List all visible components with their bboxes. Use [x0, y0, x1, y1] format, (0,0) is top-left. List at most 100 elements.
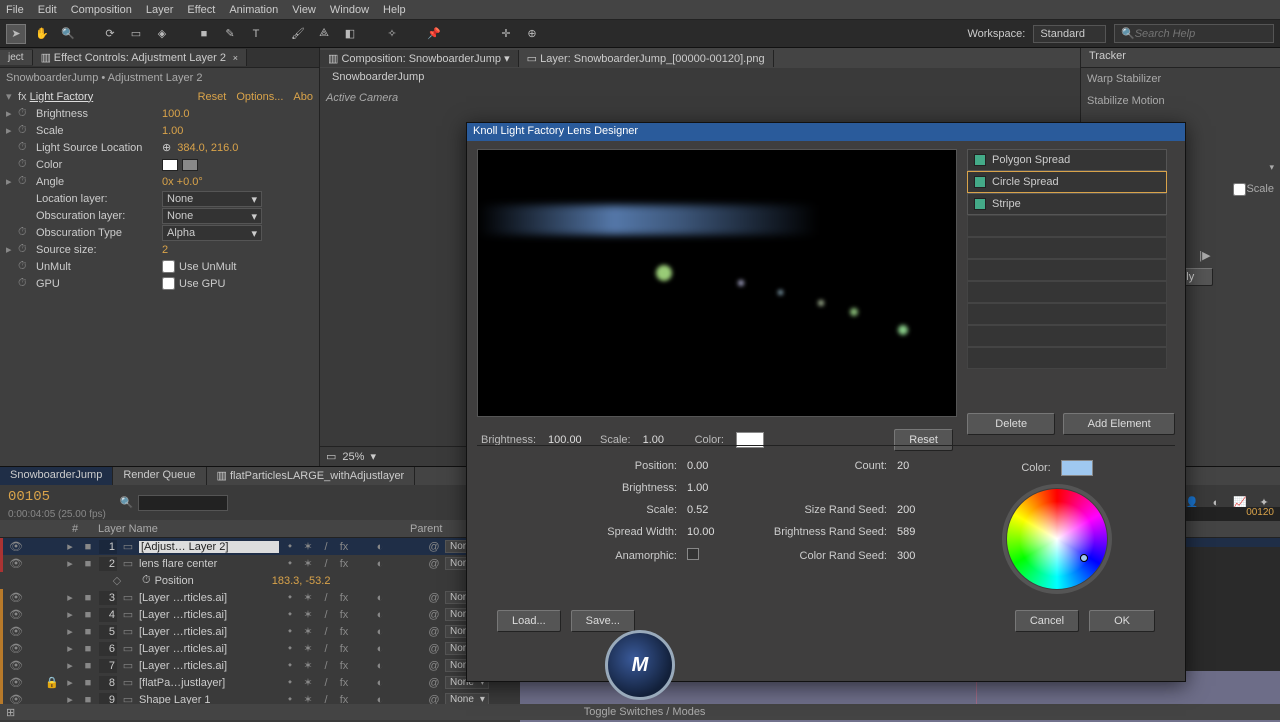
- search-help-field[interactable]: 🔍: [1114, 24, 1274, 43]
- menu-animation[interactable]: Animation: [229, 4, 278, 16]
- label-color[interactable]: ■: [81, 677, 95, 689]
- search-help-input[interactable]: [1135, 28, 1267, 40]
- param-spread-width-value[interactable]: 10.00: [687, 526, 747, 538]
- element-item[interactable]: Circle Spread: [967, 171, 1167, 193]
- timeline-search-input[interactable]: [138, 495, 228, 511]
- scale-checkbox[interactable]: [1233, 183, 1246, 196]
- camera-tool-icon[interactable]: ▭: [126, 24, 146, 44]
- param-position-value[interactable]: 0.00: [687, 460, 747, 472]
- menu-window[interactable]: Window: [330, 4, 369, 16]
- prop-source-size-value[interactable]: 2: [162, 244, 168, 256]
- menu-view[interactable]: View: [292, 4, 316, 16]
- layer-name[interactable]: [Layer …rticles.ai]: [139, 643, 279, 655]
- zoom-tool-icon[interactable]: 🔍: [58, 24, 78, 44]
- workspace-dropdown[interactable]: Standard: [1033, 25, 1106, 43]
- menu-help[interactable]: Help: [383, 4, 406, 16]
- stopwatch-icon[interactable]: ⏱: [18, 226, 32, 239]
- param-count-value[interactable]: 20: [897, 460, 957, 472]
- crosshair-icon[interactable]: ⊕: [162, 141, 171, 154]
- clone-tool-icon[interactable]: ⟁: [314, 24, 334, 44]
- pan-behind-tool-icon[interactable]: ◈: [152, 24, 172, 44]
- color-wheel[interactable]: [1002, 484, 1112, 594]
- collapse-switch[interactable]: ✶: [301, 591, 315, 604]
- current-timecode[interactable]: 00105: [0, 485, 114, 509]
- eye-icon[interactable]: 👁: [9, 642, 23, 655]
- layer-name[interactable]: [flatPa…justlayer]: [139, 677, 279, 689]
- cancel-button[interactable]: Cancel: [1015, 610, 1079, 632]
- shy-switch[interactable]: ⬩: [283, 625, 297, 638]
- eye-icon[interactable]: 👁: [9, 659, 23, 672]
- layer-name[interactable]: [Layer …rticles.ai]: [139, 660, 279, 672]
- collapse-switch[interactable]: ✶: [301, 557, 315, 570]
- param-bright-seed-value[interactable]: 589: [897, 526, 957, 538]
- parent-pickwhip-icon[interactable]: @: [427, 677, 441, 689]
- label-color[interactable]: ■: [81, 592, 95, 604]
- layer-name[interactable]: [Layer …rticles.ai]: [139, 626, 279, 638]
- location-layer-dropdown[interactable]: None: [162, 191, 262, 207]
- layer-name[interactable]: [Layer …rticles.ai]: [139, 609, 279, 621]
- quality-switch[interactable]: /: [319, 626, 333, 638]
- viewer-breadcrumb[interactable]: SnowboarderJump: [326, 70, 430, 84]
- timeline-tab-comp[interactable]: SnowboarderJump: [0, 467, 113, 485]
- quality-switch[interactable]: /: [319, 592, 333, 604]
- quality-switch[interactable]: /: [319, 660, 333, 672]
- quality-switch[interactable]: /: [319, 609, 333, 621]
- roto-tool-icon[interactable]: ✧: [382, 24, 402, 44]
- hand-tool-icon[interactable]: ✋: [32, 24, 52, 44]
- motion-blur-switch[interactable]: ◐: [373, 660, 387, 672]
- pen-tool-icon[interactable]: ✎: [220, 24, 240, 44]
- load-button[interactable]: Load...: [497, 610, 561, 632]
- prop-scale-value[interactable]: 1.00: [162, 125, 183, 137]
- collapse-switch[interactable]: ✶: [301, 642, 315, 655]
- effect-controls-tab[interactable]: ▥ Effect Controls: Adjustment Layer 2 ×: [33, 49, 247, 66]
- menu-composition[interactable]: Composition: [71, 4, 132, 16]
- delete-element-button[interactable]: Delete: [967, 413, 1055, 435]
- obscuration-layer-dropdown[interactable]: None: [162, 208, 262, 224]
- label-color[interactable]: ■: [81, 609, 95, 621]
- add-element-button[interactable]: Add Element: [1063, 413, 1175, 435]
- label-color[interactable]: ■: [81, 558, 95, 570]
- fx-switch[interactable]: fx: [337, 677, 351, 689]
- menu-file[interactable]: File: [6, 4, 24, 16]
- save-button[interactable]: Save...: [571, 610, 635, 632]
- stopwatch-icon[interactable]: ⏱: [18, 243, 32, 256]
- element-item[interactable]: Polygon Spread: [967, 149, 1167, 171]
- toggle-switches-button[interactable]: Toggle Switches / Modes: [15, 706, 1274, 718]
- shy-switch[interactable]: ⬩: [283, 608, 297, 621]
- param-brightness-value[interactable]: 1.00: [687, 482, 747, 494]
- param-size-seed-value[interactable]: 200: [897, 504, 957, 516]
- disclosure-arrow-icon[interactable]: ▾: [6, 90, 18, 103]
- element-item[interactable]: Stripe: [967, 193, 1167, 215]
- fx-switch[interactable]: fx: [337, 541, 351, 553]
- eye-icon[interactable]: 👁: [9, 540, 23, 553]
- ok-button[interactable]: OK: [1089, 610, 1155, 632]
- motion-blur-switch[interactable]: ◐: [373, 609, 387, 621]
- stopwatch-icon[interactable]: ⏱: [18, 175, 32, 188]
- menu-effect[interactable]: Effect: [187, 4, 215, 16]
- color-wheel-indicator[interactable]: [1080, 554, 1088, 562]
- text-tool-icon[interactable]: T: [246, 24, 266, 44]
- stopwatch-icon[interactable]: ⏱: [18, 158, 32, 171]
- eye-icon[interactable]: 👁: [9, 676, 23, 689]
- parent-pickwhip-icon[interactable]: @: [427, 626, 441, 638]
- rect-tool-icon[interactable]: ■: [194, 24, 214, 44]
- eye-icon[interactable]: 👁: [9, 625, 23, 638]
- fx-toggle-icon[interactable]: fx: [18, 91, 27, 103]
- quality-switch[interactable]: /: [319, 558, 333, 570]
- element-enable-checkbox[interactable]: [974, 154, 986, 166]
- stopwatch-icon[interactable]: ⏱: [18, 124, 32, 137]
- viewer-layer-tab[interactable]: ▭ Layer: SnowboarderJump_[00000-00120].p…: [519, 50, 774, 67]
- effect-name[interactable]: Light Factory: [30, 91, 94, 103]
- quality-switch[interactable]: /: [319, 643, 333, 655]
- motion-blur-switch[interactable]: ◐: [373, 677, 387, 689]
- prop-brightness-value[interactable]: 100.0: [162, 108, 190, 120]
- tab-dropdown-icon[interactable]: ▾: [504, 53, 510, 65]
- zoom-dropdown[interactable]: 25%: [342, 451, 364, 463]
- world-axis-icon[interactable]: ⊕: [522, 24, 542, 44]
- parent-pickwhip-icon[interactable]: @: [427, 541, 441, 553]
- puppet-tool-icon[interactable]: 📌: [424, 24, 444, 44]
- timeline-tab-render-queue[interactable]: Render Queue: [113, 467, 206, 485]
- param-color-seed-value[interactable]: 300: [897, 550, 957, 562]
- shy-switch[interactable]: ⬩: [283, 676, 297, 689]
- effect-options-link[interactable]: Options...: [236, 91, 283, 103]
